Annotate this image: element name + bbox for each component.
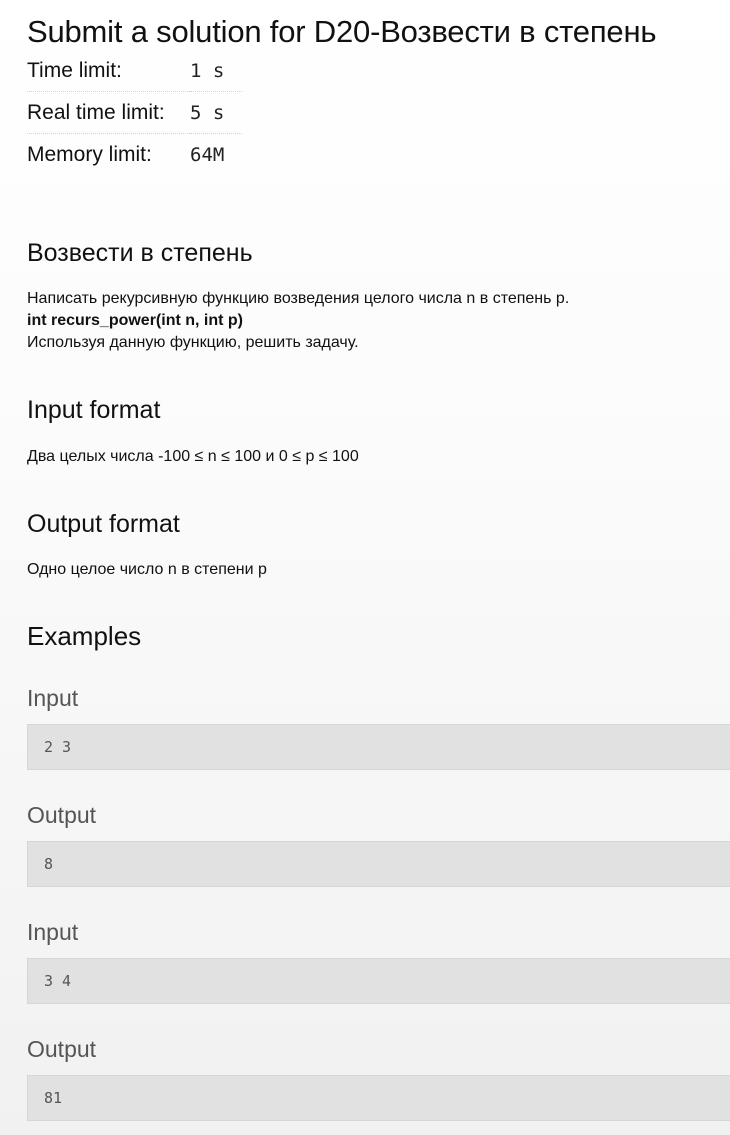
statement-heading: Возвести в степень xyxy=(27,239,253,267)
examples-heading: Examples xyxy=(27,621,142,651)
input-format-heading: Input format xyxy=(27,396,161,424)
example-1-output-box[interactable]: 8 xyxy=(27,841,730,887)
real-time-limit-value: 5 s xyxy=(190,91,242,134)
output-format-text: Одно целое число n в степени p xyxy=(27,561,267,578)
limits-table: Time limit: 1 s Real time limit: 5 s Mem… xyxy=(27,50,242,175)
output-format-heading: Output format xyxy=(27,510,180,538)
example-2-output-label: Output xyxy=(27,1036,97,1062)
limit-row-time: Time limit: 1 s xyxy=(27,50,242,92)
example-1-input-box[interactable]: 2 3 xyxy=(27,724,730,770)
time-limit-value: 1 s xyxy=(190,50,242,92)
input-format-text: Два целых числа -100 ≤ n ≤ 100 и 0 ≤ p ≤… xyxy=(27,448,359,465)
page-title: Submit a solution for D20-Возвести в сте… xyxy=(27,14,657,49)
memory-limit-value: 64M xyxy=(190,143,225,166)
memory-limit-label: Memory limit: xyxy=(27,142,152,166)
example-2-input-box[interactable]: 3 4 xyxy=(27,958,730,1004)
statement-line-3: Используя данную функцию, решить задачу. xyxy=(27,334,359,351)
time-limit-label: Time limit: xyxy=(27,50,190,92)
statement-line-1: Написать рекурсивную функцию возведения … xyxy=(27,290,570,307)
example-2-output-box[interactable]: 81 xyxy=(27,1075,730,1121)
limit-row-memory: Memory limit: 64M xyxy=(27,134,242,176)
limit-row-real-time: Real time limit: 5 s xyxy=(27,91,242,134)
statement-body: Написать рекурсивную функцию возведения … xyxy=(27,288,730,354)
example-2-input-label: Input xyxy=(27,919,79,945)
function-signature: int recurs_power(int n, int p) xyxy=(27,312,244,329)
example-1-input-label: Input xyxy=(27,685,79,711)
real-time-limit-label: Real time limit: xyxy=(27,91,190,134)
example-1-output-label: Output xyxy=(27,802,97,828)
